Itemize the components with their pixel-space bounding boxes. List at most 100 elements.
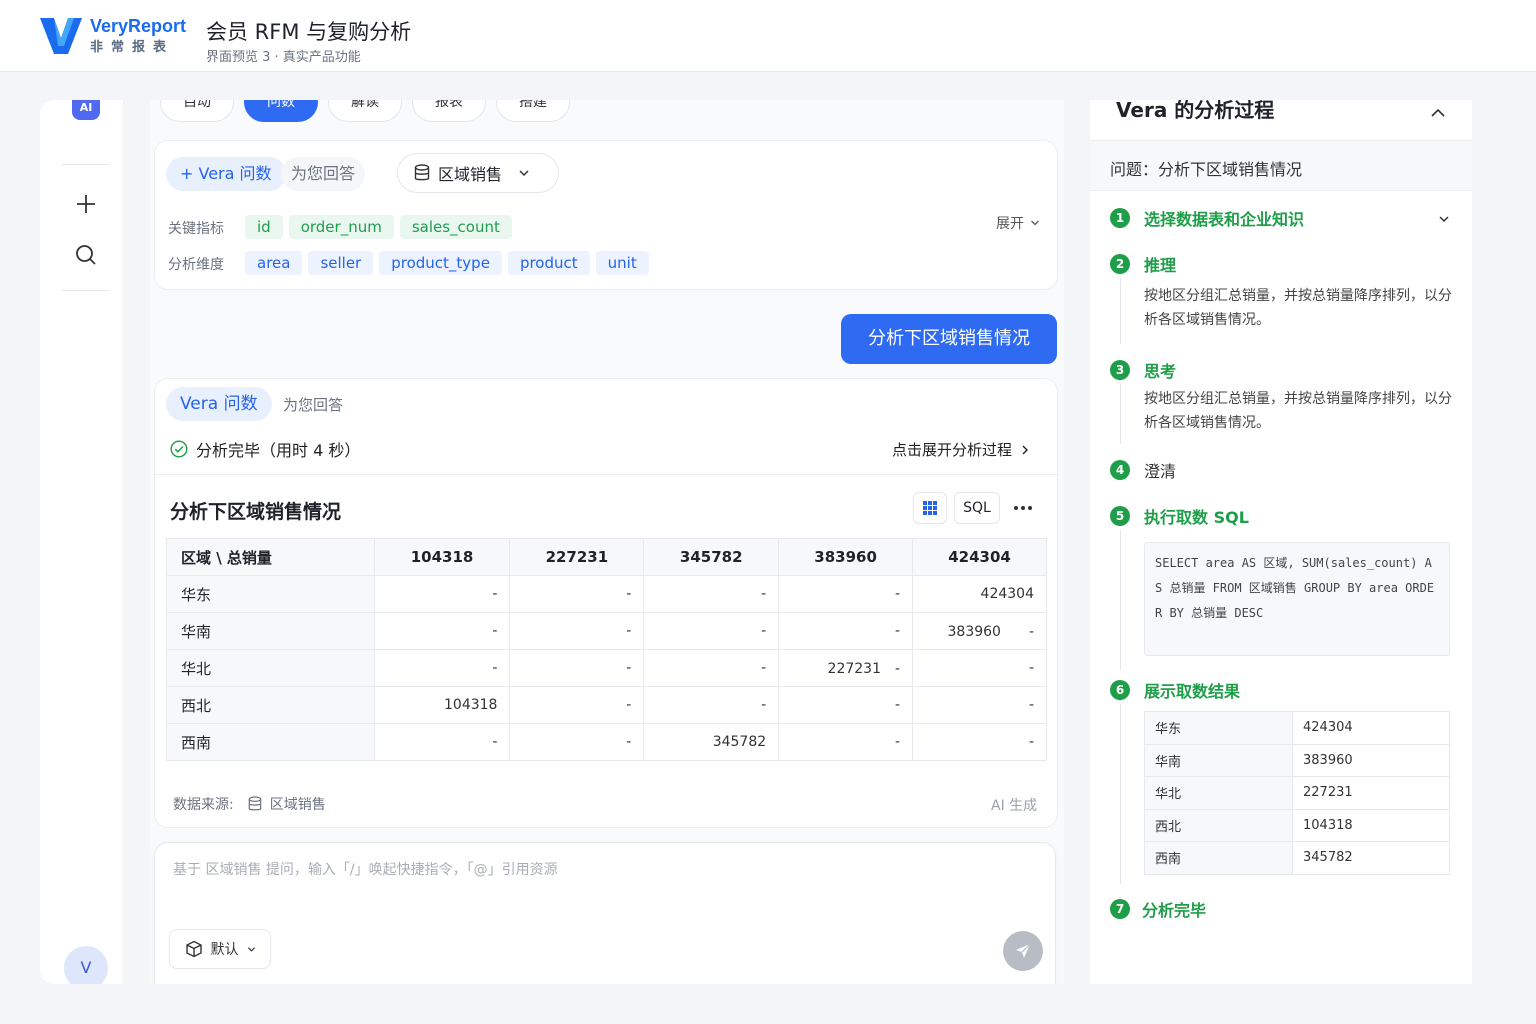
answer-label: 为您回答 bbox=[283, 396, 344, 414]
brand-subtitle: 非常报表 bbox=[90, 40, 175, 55]
result-key: 华东 bbox=[1144, 711, 1293, 745]
brand-name: VeryReport bbox=[90, 16, 187, 36]
step-expand-button[interactable] bbox=[1438, 210, 1450, 229]
step-title[interactable]: 推理 bbox=[1144, 252, 1176, 276]
cube-icon bbox=[185, 940, 202, 958]
step-connector bbox=[1120, 384, 1121, 444]
more-button[interactable] bbox=[1013, 497, 1043, 519]
dim-chip[interactable]: seller bbox=[308, 251, 374, 275]
value-cell: - bbox=[778, 686, 914, 724]
value-cell: 227231 - bbox=[778, 649, 914, 687]
question-bar: 问题：分析下区域销售情况 bbox=[1090, 140, 1472, 191]
metric-chip[interactable]: id bbox=[245, 215, 283, 239]
left-rail: AI V bbox=[40, 100, 124, 984]
tab-build[interactable]: 搭建 bbox=[496, 100, 570, 122]
result-value: 424304 bbox=[1292, 711, 1450, 745]
brand-logo[interactable]: VeryReport 非常报表 bbox=[40, 16, 190, 58]
plus-icon bbox=[77, 195, 95, 213]
step-title[interactable]: 分析完毕 bbox=[1142, 897, 1206, 921]
collapse-button[interactable] bbox=[1430, 104, 1450, 120]
search-button[interactable] bbox=[70, 239, 102, 271]
step-number: 3 bbox=[1110, 360, 1130, 380]
metric-chip[interactable]: sales_count bbox=[399, 215, 512, 239]
question-text: 问题：分析下区域销售情况 bbox=[1110, 160, 1303, 179]
step-number: 2 bbox=[1110, 254, 1130, 274]
column-header: 345782 bbox=[643, 538, 780, 576]
step-title[interactable]: 思考 bbox=[1144, 358, 1176, 382]
dim-chip[interactable]: unit bbox=[595, 251, 649, 275]
grid-view-button[interactable] bbox=[913, 492, 947, 524]
database-icon bbox=[248, 796, 262, 811]
value-cell: - bbox=[912, 723, 1047, 761]
metrics-list: id order_num sales_count bbox=[245, 215, 518, 239]
column-header: 227231 bbox=[509, 538, 645, 576]
region-cell: 华北 bbox=[166, 649, 375, 687]
table-row: 西北 104318 bbox=[1144, 808, 1450, 842]
top-bar: VeryReport 非常报表 会员 RFM 与复购分析 界面预览 3 · 真实… bbox=[0, 0, 1536, 72]
source-label: 数据来源: bbox=[173, 797, 234, 813]
dim-chip[interactable]: product_type bbox=[379, 251, 502, 275]
result-pivot-table: 区域 \ 总销量 104318 227231 345782 383960 424… bbox=[166, 538, 1047, 761]
value-cell: - bbox=[373, 649, 511, 687]
vera-ask-badge: + Vera 问数 bbox=[166, 157, 286, 191]
value-cell: - bbox=[778, 575, 914, 613]
step-title[interactable]: 执行取数 SQL bbox=[1144, 504, 1249, 528]
analysis-process-panel: Vera 的分析过程 问题：分析下区域销售情况 1 选择数据表和企业知识 2 推… bbox=[1090, 100, 1472, 984]
answer-card: Vera 问数 为您回答 分析完毕（用时 4 秒） 点击展开分析过程 分析下区域… bbox=[154, 378, 1058, 828]
corner-header: 区域 \ 总销量 bbox=[166, 538, 375, 576]
region-cell: 西北 bbox=[166, 686, 375, 724]
divider bbox=[155, 474, 1057, 475]
dataset-select[interactable]: 区域销售 bbox=[397, 153, 559, 193]
mode-tabs: 自动 问数 解读 报表 搭建 bbox=[160, 100, 570, 122]
value-cell: - bbox=[643, 686, 780, 724]
result-key: 华南 bbox=[1144, 743, 1293, 777]
page-subtitle: 界面预览 3 · 真实产品功能 bbox=[206, 50, 361, 65]
sql-button[interactable]: SQL bbox=[954, 492, 1000, 524]
tab-interpret[interactable]: 解读 bbox=[328, 100, 402, 122]
value-cell: - bbox=[778, 612, 914, 650]
table-row: 华南 - - - - 383960 - bbox=[166, 612, 1047, 650]
vera-ask-badge: Vera 问数 bbox=[166, 387, 272, 421]
result-table: 华东 424304 华南 383960 华北 227231 西北 104318 西南 34… bbox=[1144, 711, 1450, 875]
tab-ask-data[interactable]: 问数 bbox=[244, 100, 318, 122]
new-chat-button[interactable] bbox=[70, 188, 102, 220]
step-number: 6 bbox=[1110, 680, 1130, 700]
metric-chip[interactable]: order_num bbox=[288, 215, 394, 239]
mode-select[interactable]: 默认 bbox=[169, 929, 271, 969]
dims-label: 分析维度 bbox=[168, 257, 224, 273]
step-connector bbox=[1120, 278, 1121, 344]
dim-chip[interactable]: area bbox=[245, 251, 303, 275]
ai-badge-icon[interactable]: AI bbox=[72, 100, 100, 120]
region-cell: 华东 bbox=[166, 575, 375, 613]
rail-divider bbox=[62, 290, 110, 291]
step-number: 4 bbox=[1110, 460, 1130, 480]
step-title[interactable]: 展示取数结果 bbox=[1144, 678, 1240, 702]
mode-label: 默认 bbox=[210, 942, 239, 958]
step-connector bbox=[1120, 530, 1121, 670]
dim-chip[interactable]: product bbox=[507, 251, 590, 275]
source-name[interactable]: 区域销售 bbox=[270, 794, 326, 814]
step-title[interactable]: 选择数据表和企业知识 bbox=[1144, 206, 1304, 230]
expand-label: 展开 bbox=[996, 216, 1024, 232]
step-body: 按地区分组汇总销量，并按总销量降序排列，以分析各区域销售情况。 bbox=[1144, 391, 1452, 431]
rail-divider bbox=[62, 164, 110, 165]
send-button[interactable] bbox=[1003, 931, 1043, 971]
tab-auto[interactable]: 自动 bbox=[160, 100, 234, 122]
expand-button[interactable]: 展开 bbox=[996, 213, 1040, 233]
table-row: 华北 - - - 227231 - - bbox=[166, 649, 1047, 687]
value-cell: - bbox=[509, 575, 645, 613]
step-body: 按地区分组汇总销量，并按总销量降序排列，以分析各区域销售情况。 bbox=[1144, 288, 1452, 328]
expand-process-link[interactable]: 点击展开分析过程 bbox=[892, 439, 1030, 460]
dataset-name: 区域销售 bbox=[438, 165, 503, 184]
step-title[interactable]: 澄清 bbox=[1144, 458, 1176, 482]
region-cell: 华南 bbox=[166, 612, 375, 650]
answer-label: 为您回答 bbox=[281, 157, 366, 191]
chat-input[interactable]: 基于 区域销售 提问，输入「/」唤起快捷指令，「@」引用资源 bbox=[173, 859, 558, 879]
check-circle-icon bbox=[170, 440, 188, 458]
value-cell: - bbox=[643, 612, 780, 650]
tab-report[interactable]: 报表 bbox=[412, 100, 486, 122]
grid-icon bbox=[923, 501, 937, 515]
value-cell: - bbox=[373, 723, 511, 761]
logo-v-icon bbox=[40, 18, 82, 54]
user-avatar[interactable]: V bbox=[64, 946, 108, 984]
